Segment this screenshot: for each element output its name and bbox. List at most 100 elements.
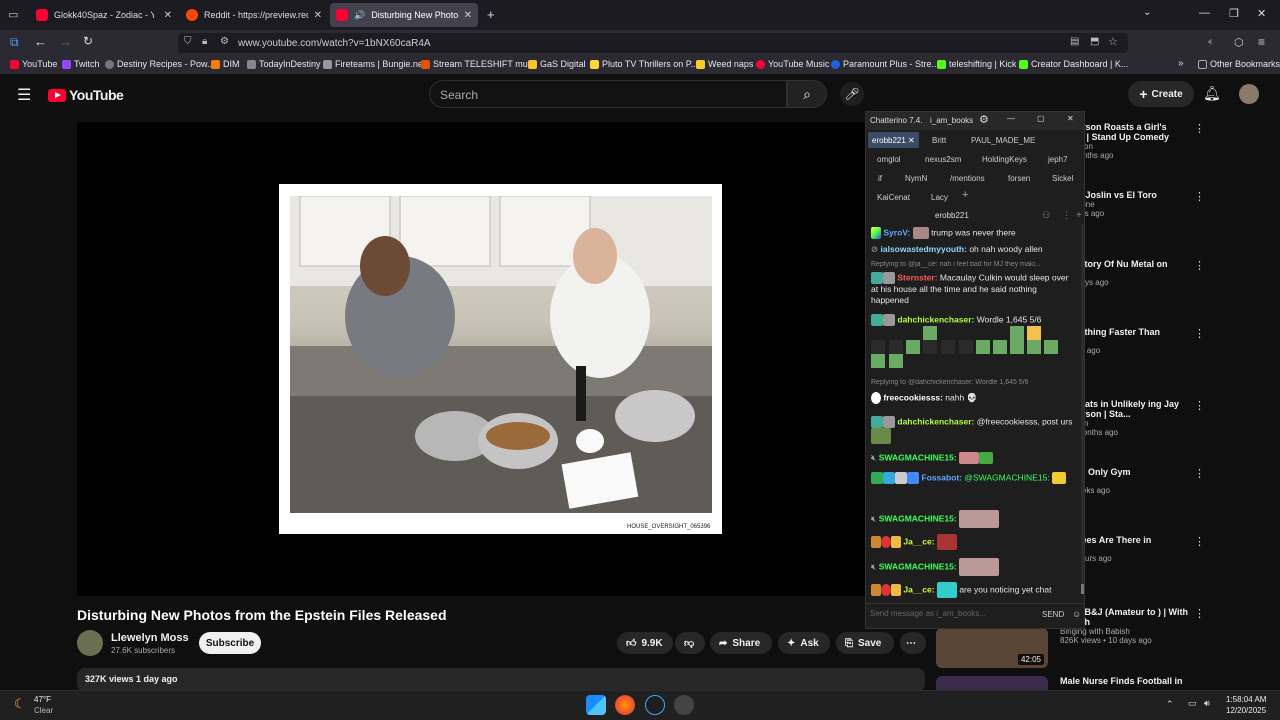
account-avatar[interactable] xyxy=(1239,84,1259,104)
lock-icon[interactable]: 🔒︎ xyxy=(202,36,207,47)
settings-gear-icon[interactable]: ⚙ xyxy=(979,113,989,126)
rec-thumbnail[interactable] xyxy=(936,676,1048,690)
tray-chevron-icon[interactable]: ⌃ xyxy=(1166,699,1174,710)
clock-date[interactable]: 12/20/2025 xyxy=(1226,706,1266,715)
chat-username[interactable]: SWAGMACHINE15: xyxy=(879,561,957,571)
bookmark-stream-teleshift[interactable]: Stream TELESHIFT mu... xyxy=(421,59,535,69)
chat-tab-erobb221[interactable]: erobb221 ✕ xyxy=(868,132,919,148)
hamburger-menu-icon[interactable]: ☰ xyxy=(17,85,31,105)
chat-tab-sickel[interactable]: Sickel xyxy=(1048,170,1077,186)
tab-reddit[interactable]: Reddit - https://preview.redd.it/ ✕ xyxy=(180,3,328,27)
more-icon[interactable]: ⋮ xyxy=(1194,259,1205,272)
chat-tab-omglol[interactable]: omglol xyxy=(873,151,905,167)
star-icon[interactable]: ☆ xyxy=(1108,35,1118,48)
menu-icon[interactable]: ≡ xyxy=(1258,35,1265,49)
save-button[interactable]: ⎘ Save xyxy=(836,632,894,654)
chat-username[interactable]: dahchickenchaser: xyxy=(897,314,974,324)
chat-tab-holdingkeys[interactable]: HoldingKeys xyxy=(978,151,1031,167)
sidebar-icon[interactable]: ⧉ xyxy=(10,35,19,50)
chevron-down-icon[interactable]: ⌄ xyxy=(1143,7,1151,18)
chat-username[interactable]: SWAGMACHINE15: xyxy=(879,452,957,462)
chat-tab-kaicenat[interactable]: KaiCenat xyxy=(873,189,914,205)
ask-button[interactable]: ✦ Ask xyxy=(778,632,830,654)
obs-icon[interactable] xyxy=(674,695,694,715)
chat-tab-nymn[interactable]: NymN xyxy=(901,170,931,186)
users-icon[interactable]: ⚇ xyxy=(1042,210,1050,221)
tab-disturbing[interactable]: 🔊 Disturbing New Photos fro ✕ xyxy=(330,3,478,27)
new-tab-icon[interactable]: + xyxy=(487,7,495,22)
window-close-icon[interactable]: ✕ xyxy=(1257,7,1266,20)
more-icon[interactable]: ⋮ xyxy=(1194,190,1205,203)
extensions-icon[interactable]: ⬡ xyxy=(1234,36,1244,49)
maximize-icon[interactable]: ▢ xyxy=(1037,114,1045,123)
emoji-icon[interactable]: ☺ xyxy=(1072,609,1081,619)
dislike-button[interactable]: 👎︎ xyxy=(675,632,705,654)
reply-context[interactable]: Replying to @ja__ce: nah i feel bad for … xyxy=(871,261,1076,268)
shield-icon[interactable]: ⛉ xyxy=(184,36,192,47)
reply-context[interactable]: Replying to @dahchickenchaser: Wordle 1,… xyxy=(871,379,1076,386)
bookmark-dim[interactable]: DIM xyxy=(211,59,240,69)
window-close-icon[interactable]: ✕ xyxy=(1067,114,1074,123)
chatterino-icon[interactable] xyxy=(645,695,665,715)
bookmark-creator-dashboard[interactable]: Creator Dashboard | K... xyxy=(1019,59,1128,69)
firefox-icon[interactable] xyxy=(615,695,635,715)
chat-username[interactable]: freecookiesss: xyxy=(883,392,943,402)
youtube-logo[interactable]: YouTube xyxy=(48,87,124,103)
chat-username[interactable]: ialsowastedmyyouth: xyxy=(881,244,967,254)
more-icon[interactable]: ⋮ xyxy=(1194,122,1205,135)
close-icon[interactable]: ✕ xyxy=(164,10,172,21)
windows-start-icon[interactable] xyxy=(586,695,606,715)
more-icon[interactable]: ⋮ xyxy=(1062,210,1071,221)
bookmark-todayindestiny[interactable]: TodayInDestiny xyxy=(247,59,321,69)
chat-username[interactable]: SyroV: xyxy=(883,227,910,237)
more-icon[interactable]: ⋮ xyxy=(1194,535,1205,548)
search-button[interactable]: ⌕ xyxy=(787,80,827,108)
chat-username[interactable]: SWAGMACHINE15: xyxy=(879,513,957,523)
bookmark-gas-digital[interactable]: GaS Digital xyxy=(528,59,586,69)
like-button[interactable]: 👍︎ 9.9K xyxy=(617,632,673,654)
bookmark-destiny-recipes[interactable]: Destiny Recipes - Pow... xyxy=(105,59,215,69)
send-button[interactable]: SEND xyxy=(1042,610,1064,619)
voice-search-button[interactable]: 🎤︎ xyxy=(840,82,864,106)
chat-message-input[interactable]: Send message as i_am_books... SEND ☺ xyxy=(866,603,1084,627)
more-icon[interactable]: ⋮ xyxy=(1194,327,1205,340)
minimize-icon[interactable]: — xyxy=(1007,114,1015,123)
chat-scrollbar[interactable] xyxy=(1081,224,1084,594)
bookmark-youtube-music[interactable]: YouTube Music xyxy=(756,59,829,69)
permissions-icon[interactable]: ⚙ xyxy=(220,36,229,47)
bookmark-weed-naps[interactable]: Weed naps xyxy=(696,59,753,69)
reader-view-icon[interactable]: ▤ xyxy=(1070,36,1079,47)
add-tab-icon[interactable]: + xyxy=(962,189,968,201)
pocket-icon[interactable]: ⬒ xyxy=(1090,36,1099,47)
tab-list-icon[interactable]: ▭ xyxy=(8,8,18,21)
chat-tab-forsen[interactable]: forsen xyxy=(1004,170,1034,186)
chat-username[interactable]: Sternster: xyxy=(897,272,937,282)
rec-thumbnail[interactable]: 42:05 xyxy=(936,628,1048,668)
bookmark-paramount[interactable]: Paramount Plus - Stre... xyxy=(831,59,939,69)
minimize-icon[interactable]: — xyxy=(1199,7,1210,19)
chat-username[interactable]: Ja__ce: xyxy=(903,536,934,546)
bookmark-kick[interactable]: teleshifting | Kick xyxy=(937,59,1016,69)
forward-icon[interactable]: → xyxy=(59,34,72,49)
description-box[interactable]: 327K views 1 day ago xyxy=(77,668,925,692)
rec-item[interactable]: Male Nurse Finds Football in xyxy=(1060,676,1190,686)
reload-icon[interactable]: ↻ xyxy=(83,34,93,48)
share-button[interactable]: ➦ Share xyxy=(710,632,772,654)
url-bar[interactable]: ⛉ 🔒︎ ⚙ www.youtube.com/watch?v=1bNX60caR… xyxy=(178,33,1128,53)
chat-username[interactable]: Ja__ce: xyxy=(903,584,934,594)
chat-tab-paul[interactable]: PAUL_MADE_ME xyxy=(967,132,1039,148)
clock-time[interactable]: 1:58:04 AM xyxy=(1226,695,1266,704)
chat-tab-nexus2sm[interactable]: nexus2sm xyxy=(921,151,965,167)
chat-tab-britt[interactable]: Britt xyxy=(928,132,950,148)
audio-icon[interactable]: 🔈︎ xyxy=(1208,36,1215,49)
close-icon[interactable]: ✕ xyxy=(908,136,915,145)
chatterino-user[interactable]: i_am_books xyxy=(930,116,973,125)
bookmark-twitch[interactable]: Twitch xyxy=(62,59,100,69)
chat-tab-lacy[interactable]: Lacy xyxy=(927,189,952,205)
chat-tab-jeph7[interactable]: jeph7 xyxy=(1044,151,1072,167)
bookmark-youtube[interactable]: YouTube xyxy=(10,59,57,69)
more-actions-button[interactable]: ⋯ xyxy=(900,632,926,654)
channel-name[interactable]: Llewelyn Moss xyxy=(111,632,189,644)
chat-tab-if[interactable]: if xyxy=(874,170,886,186)
close-icon[interactable]: ✕ xyxy=(464,10,472,21)
